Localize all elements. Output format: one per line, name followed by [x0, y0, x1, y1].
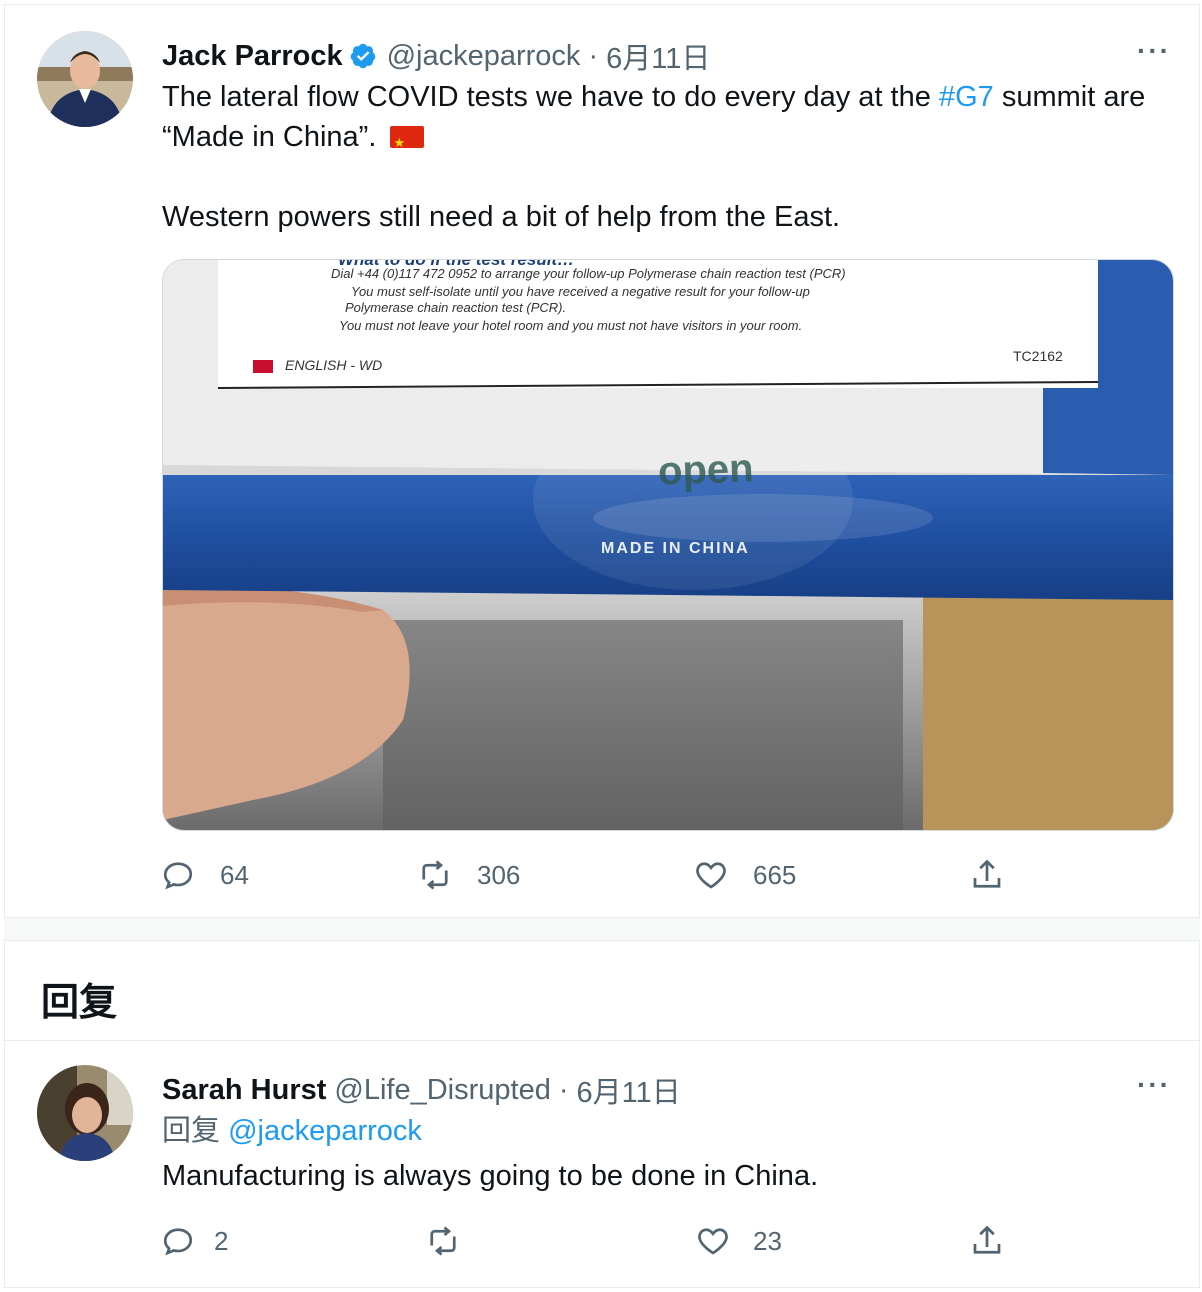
- photo-label-line3: You must self-isolate until you have rec…: [351, 284, 810, 299]
- verified-badge-icon: [349, 42, 377, 70]
- replying-to: 回复 @jackeparrock: [162, 1111, 422, 1151]
- retweet-button[interactable]: 306: [417, 857, 520, 893]
- reply-more-options-icon[interactable]: ···: [1137, 1069, 1171, 1101]
- tweet-date[interactable]: 6月11日: [606, 35, 710, 77]
- share-icon: [973, 859, 1001, 888]
- heart-icon: [696, 862, 726, 889]
- china-flag-icon: [390, 123, 425, 163]
- photo-code-label: TC2162: [1013, 348, 1063, 364]
- photo-language-label: ENGLISH - WD: [285, 357, 383, 373]
- reply-author-handle[interactable]: @Life_Disrupted: [334, 1074, 550, 1107]
- share-icon: [973, 1225, 1001, 1254]
- tweet-text-paragraph2: Western powers still need a bit of help …: [162, 201, 841, 233]
- like-button[interactable]: 665: [693, 857, 796, 893]
- reply-button[interactable]: 64: [160, 857, 249, 893]
- reply-reply-button[interactable]: 2: [160, 1223, 228, 1259]
- author-name[interactable]: Jack Parrock: [162, 40, 343, 73]
- tweet-text-part1: The lateral flow COVID tests we have to …: [162, 81, 939, 113]
- photo-open-sticker: open: [657, 446, 755, 494]
- photo-label-line2: Dial +44 (0)117 472 0952 to arrange your…: [331, 266, 846, 281]
- reply-date[interactable]: 6月11日: [577, 1069, 681, 1111]
- replying-to-label: 回复: [162, 1115, 221, 1147]
- reply-like-count: 23: [753, 1225, 782, 1256]
- separator-dot: ·: [588, 39, 599, 72]
- reply-icon: [163, 862, 193, 890]
- retweet-icon: [422, 860, 448, 890]
- tweet-photo[interactable]: What to do if the test result… Dial +44 …: [162, 259, 1174, 831]
- tweet-text: The lateral flow COVID tests we have to …: [162, 77, 1162, 163]
- reply-icon: [163, 1228, 193, 1256]
- like-count: 665: [753, 859, 797, 890]
- photo-made-in-china: MADE IN CHINA: [601, 540, 750, 557]
- replies-header-section: 回复: [4, 940, 1200, 1040]
- reply-share-button[interactable]: [969, 1223, 1005, 1259]
- replies-header: 回复: [41, 982, 118, 1024]
- heart-icon: [698, 1228, 728, 1255]
- reply-separator-dot: ·: [558, 1073, 569, 1106]
- share-button[interactable]: [969, 857, 1005, 893]
- photo-uk-flag-icon: [253, 360, 273, 373]
- author-avatar[interactable]: [37, 31, 133, 127]
- reply-reply-count: 2: [214, 1225, 229, 1256]
- reply-author-avatar[interactable]: [37, 1065, 133, 1161]
- reply-like-button[interactable]: 23: [695, 1223, 782, 1259]
- author-handle[interactable]: @jackeparrock: [387, 40, 581, 73]
- reply-retweet-button[interactable]: [425, 1223, 485, 1259]
- section-separator: [4, 918, 1200, 940]
- reply-text: Manufacturing is always going to be done…: [162, 1160, 819, 1192]
- more-options-icon[interactable]: ···: [1137, 35, 1171, 67]
- photo-label-line5: You must not leave your hotel room and y…: [339, 318, 803, 333]
- photo-label-line4: Polymerase chain reaction test (PCR).: [345, 300, 567, 315]
- reply-author-name[interactable]: Sarah Hurst: [162, 1074, 326, 1107]
- main-tweet: Jack Parrock @jackeparrock · 6月11日 ··· T…: [4, 4, 1200, 918]
- retweet-count: 306: [477, 859, 521, 890]
- hashtag-link[interactable]: #G7: [939, 81, 994, 113]
- reply-count: 64: [220, 859, 249, 890]
- reply-tweet: Sarah Hurst @Life_Disrupted · 6月11日 ··· …: [4, 1040, 1200, 1288]
- replying-to-handle[interactable]: @jackeparrock: [228, 1115, 422, 1147]
- retweet-icon: [430, 1226, 456, 1256]
